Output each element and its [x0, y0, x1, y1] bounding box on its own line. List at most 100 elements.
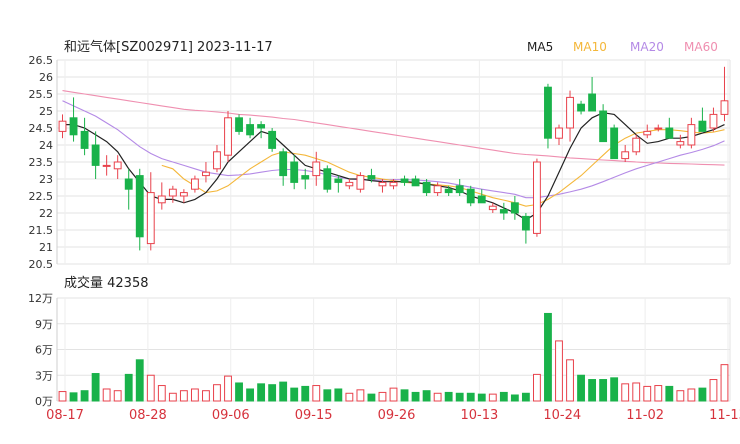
candlestick	[69, 97, 78, 142]
x-tick-label: 09-06	[212, 408, 250, 423]
legend-item-ma60: MA60	[684, 40, 718, 54]
candle-body	[422, 181, 431, 194]
candle-body	[389, 181, 398, 187]
candlestick	[599, 104, 608, 143]
candle-body	[268, 130, 277, 149]
volume-bar	[378, 391, 387, 402]
volume-bars-layer	[58, 312, 729, 402]
candlestick	[455, 179, 464, 196]
candlestick	[135, 168, 144, 251]
candlestick	[224, 111, 232, 162]
volume-bar	[268, 384, 277, 402]
volume-bar	[709, 379, 718, 402]
candle-body	[720, 100, 729, 115]
volume-bar	[290, 387, 299, 402]
candle-body	[444, 188, 453, 194]
candle-body	[257, 124, 266, 129]
grid-layer	[56, 59, 731, 402]
candlestick	[268, 128, 277, 152]
candlestick	[499, 202, 508, 220]
volume-bar	[69, 392, 78, 402]
x-tick-label: 11-02	[626, 408, 664, 423]
volume-bar	[124, 373, 133, 402]
price-tick-label: 22.5	[29, 190, 54, 203]
volume-bar	[334, 388, 343, 402]
candlestick	[411, 175, 420, 187]
volume-bar	[113, 390, 122, 402]
volume-bar	[643, 385, 652, 402]
volume-bar	[157, 385, 166, 402]
volume-bar	[102, 388, 111, 402]
x-tick-label: 11-13	[709, 408, 740, 423]
volume-bar	[610, 377, 619, 402]
volume-bar	[455, 392, 464, 402]
price-tick-label: 26	[39, 71, 53, 84]
candle-body	[224, 117, 232, 156]
candle-body	[356, 175, 365, 190]
volume-bar	[566, 359, 574, 402]
candlestick	[179, 189, 188, 203]
volume-bar	[665, 385, 674, 402]
candlestick	[400, 175, 409, 186]
legend-item-ma10: MA10	[573, 40, 607, 54]
volume-bar	[422, 390, 431, 402]
candle-body	[521, 215, 530, 231]
candlestick	[102, 155, 111, 176]
volume-bar	[466, 392, 475, 402]
volume-bar	[676, 390, 685, 402]
volume-bar	[588, 379, 597, 402]
candlestick	[290, 155, 299, 190]
volume-bar	[345, 392, 354, 402]
candlestick	[422, 179, 431, 196]
candle-body	[687, 124, 696, 146]
volume-bar	[323, 389, 332, 402]
candlestick	[621, 145, 630, 162]
volume-bar	[599, 379, 608, 402]
candle-body	[378, 181, 387, 187]
candle-body	[323, 168, 332, 190]
candlestick	[345, 179, 354, 190]
candlestick	[91, 131, 100, 179]
price-tick-label: 22	[39, 207, 53, 220]
candle-body	[367, 175, 376, 180]
candle-body	[400, 178, 409, 183]
price-tick-label: 23	[39, 173, 53, 186]
candlestick	[544, 83, 552, 149]
candle-body	[477, 195, 486, 204]
candle-body	[279, 151, 288, 177]
volume-bar	[146, 374, 155, 402]
volume-bar	[367, 393, 376, 402]
candle-body	[179, 192, 188, 197]
x-tick-label: 08-28	[129, 408, 167, 423]
volume-bar	[632, 382, 641, 402]
candle-body	[411, 178, 420, 187]
volume-bar	[235, 382, 243, 402]
volume-bar	[301, 385, 310, 402]
candle-body	[157, 195, 166, 204]
candle-body	[334, 178, 343, 183]
candle-body	[544, 86, 552, 139]
candle-body	[69, 117, 78, 136]
volume-tick-label: 0万	[35, 395, 53, 408]
volume-bar	[698, 387, 707, 402]
price-tick-label: 21.5	[29, 224, 54, 237]
volume-bar	[488, 393, 497, 402]
kline-chart-panel: 20.5 21 21.5 22 22.5 23 23.5 24 24.5 25 25.5 26 26.5…	[0, 0, 740, 440]
x-tick-label: 09-26	[378, 408, 416, 423]
volume-bar	[510, 394, 519, 402]
candle-body	[709, 113, 718, 129]
price-tick-label: 25	[39, 105, 53, 118]
volume-bar	[533, 373, 541, 402]
volume-bar	[577, 374, 585, 402]
candle-body	[202, 171, 210, 177]
candle-body	[510, 202, 519, 214]
candlestick	[246, 117, 254, 139]
volume-tick-label: 9万	[35, 318, 53, 331]
legend-item-ma20: MA20	[630, 40, 664, 54]
candlestick	[588, 77, 597, 112]
volume-bar	[433, 392, 442, 402]
candlestick	[676, 134, 685, 149]
volume-bar	[224, 375, 232, 402]
candle-body	[80, 130, 89, 149]
candle-body	[290, 161, 299, 183]
